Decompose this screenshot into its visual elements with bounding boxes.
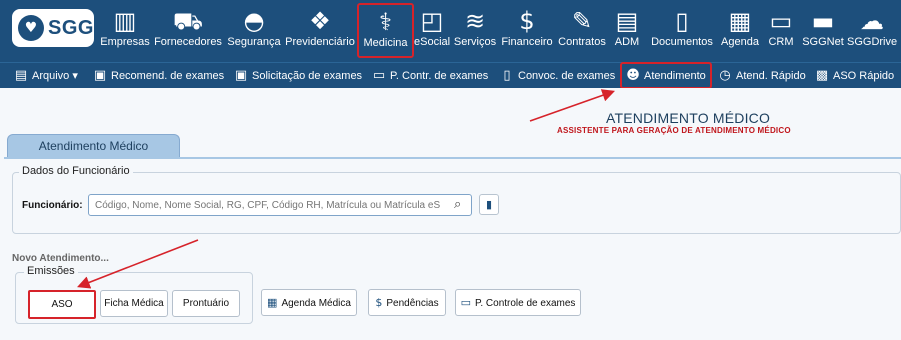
page-subtitle: ASSISTENTE PARA GERAÇÃO DE ATENDIMENTO M…	[557, 126, 791, 135]
layers-icon: ≋	[464, 7, 486, 35]
module-medicina[interactable]: ⚕ Medicina	[357, 3, 414, 58]
module-previdenciario[interactable]: ❖ Previdenciário	[284, 6, 356, 56]
module-sggnet[interactable]: ▬ SGGNet	[801, 6, 845, 56]
module-fornecedores[interactable]: ⛟ Fornecedores	[152, 6, 224, 56]
document-icon: ▯	[675, 7, 689, 35]
shield-logo-icon: ♥	[18, 15, 44, 41]
subnav-arquivo[interactable]: ▤ Arquivo ▾	[14, 63, 78, 89]
calendar-icon: ▦	[728, 7, 752, 35]
subnav-atend-rapido[interactable]: ◷ Atend. Rápido	[718, 63, 805, 89]
sgg-logo[interactable]: ♥ SGG	[12, 9, 94, 47]
top-module-bar: ♥ SGG ▥ Empresas ⛟ Fornecedores ◓ Segura…	[0, 0, 901, 62]
module-crm[interactable]: ▭ CRM	[766, 6, 796, 56]
tab-underline	[4, 157, 901, 159]
module-contratos[interactable]: ✎ Contratos	[556, 6, 608, 56]
sub-navigation-bar: ▤ Arquivo ▾ ▣ Recomend. de exames ▣ Solicit…	[0, 62, 901, 89]
crm-icon: ▭	[769, 7, 793, 35]
money-bag-icon: $	[519, 7, 535, 35]
handshake-icon: ❖	[309, 7, 331, 35]
net-icon: ▬	[811, 7, 835, 35]
folder-icon: ▤	[14, 68, 28, 83]
pendencias-button[interactable]: $ Pendências	[368, 289, 446, 316]
search-icon[interactable]: ⌕	[454, 197, 461, 212]
esocial-icon: ◰	[420, 7, 444, 35]
drive-icon: ☁	[860, 7, 884, 35]
tab-atendimento-medico[interactable]: Atendimento Médico	[7, 134, 180, 158]
module-adm[interactable]: ▤ ADM	[612, 6, 642, 56]
employee-search-input[interactable]	[88, 194, 472, 216]
module-seguranca[interactable]: ◓ Segurança	[226, 6, 282, 56]
p-controle-exames-button[interactable]: ▭ P. Controle de exames	[455, 289, 581, 316]
module-agenda[interactable]: ▦ Agenda	[718, 6, 762, 56]
contract-icon: ✎	[571, 7, 593, 35]
calendar-icon: ▦	[267, 296, 278, 309]
module-esocial[interactable]: ◰ eSocial	[414, 6, 450, 56]
prontuario-button[interactable]: Prontuário	[172, 290, 240, 317]
logo-text: SGG	[48, 16, 94, 39]
module-servicos[interactable]: ≋ Serviços	[452, 6, 498, 56]
dollar-doc-icon: $	[375, 296, 383, 309]
employee-field-label: Funcionário:	[22, 200, 83, 211]
hard-hat-icon: ◓	[243, 7, 265, 35]
subnav-aso-rapido[interactable]: ▩ ASO Rápido	[815, 63, 894, 89]
doctor-icon: ☻	[626, 68, 640, 83]
agenda-medica-button[interactable]: ▦ Agenda Médica	[261, 289, 357, 316]
stopwatch-icon: ◷	[719, 68, 731, 83]
building-icon: ▥	[113, 7, 137, 35]
aso-icon: ▩	[815, 68, 829, 83]
file-icon: ▯	[503, 68, 511, 83]
module-financeiro[interactable]: $ Financeiro	[500, 6, 554, 56]
document-plus-icon: ▮	[485, 198, 493, 211]
emissions-label: Emissões	[24, 265, 78, 277]
module-sggdrive[interactable]: ☁ SGGDrive	[847, 6, 897, 56]
truck-icon: ⛟	[172, 7, 204, 35]
new-service-label: Novo Atendimento...	[12, 253, 109, 264]
clipboard-icon: ▣	[234, 68, 248, 83]
module-documentos[interactable]: ▯ Documentos	[648, 6, 716, 56]
aso-button[interactable]: ASO	[28, 290, 96, 319]
subnav-convoc-exames[interactable]: ▯ Convoc. de exames	[500, 63, 615, 89]
subnav-recomend-exames[interactable]: ▣ Recomend. de exames	[93, 63, 224, 89]
clipboard-icon: ▣	[93, 68, 107, 83]
subnav-p-contr-exames[interactable]: ▭ P. Contr. de exames	[372, 63, 488, 89]
subnav-solicitacao-exames[interactable]: ▣ Solicitação de exames	[234, 63, 362, 89]
add-employee-button[interactable]: ▮	[479, 194, 499, 215]
page-title: ATENDIMENTO MÉDICO	[606, 110, 771, 126]
module-empresas[interactable]: ▥ Empresas	[100, 6, 150, 56]
presentation-icon: ▭	[460, 296, 471, 309]
employee-section-label: Dados do Funcionário	[19, 165, 133, 177]
presentation-icon: ▭	[372, 68, 386, 83]
folder-icon: ▤	[615, 7, 639, 35]
stethoscope-icon: ⚕	[379, 8, 392, 36]
subnav-atendimento[interactable]: ☻ Atendimento	[620, 62, 712, 89]
ficha-medica-button[interactable]: Ficha Médica	[100, 290, 168, 317]
